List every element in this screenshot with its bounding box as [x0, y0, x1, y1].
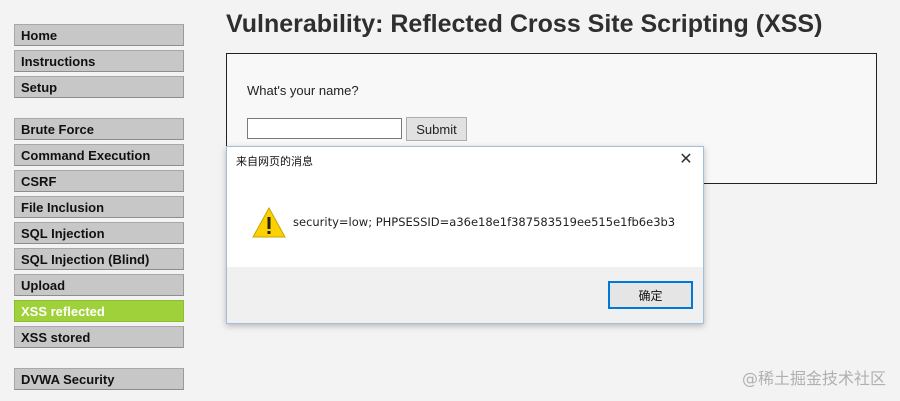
page: Home Instructions Setup Brute Force Comm… [0, 0, 900, 401]
name-input[interactable] [247, 118, 402, 139]
sidebar-item-dvwa-security[interactable]: DVWA Security [14, 368, 184, 390]
sidebar-item-sql-injection[interactable]: SQL Injection [14, 222, 184, 244]
nav-group-vulnerabilities: Brute Force Command Execution CSRF File … [14, 118, 185, 348]
dialog-message: security=low; PHPSESSID=a36e18e1f3875835… [293, 215, 676, 229]
sidebar-item-brute-force[interactable]: Brute Force [14, 118, 184, 140]
sidebar-item-setup[interactable]: Setup [14, 76, 184, 98]
sidebar-item-upload[interactable]: Upload [14, 274, 184, 296]
sidebar-item-xss-reflected[interactable]: XSS reflected [14, 300, 184, 322]
sidebar-item-command-execution[interactable]: Command Execution [14, 144, 184, 166]
page-title: Vulnerability: Reflected Cross Site Scri… [226, 10, 823, 38]
warning-icon [252, 206, 286, 238]
sidebar-item-csrf[interactable]: CSRF [14, 170, 184, 192]
name-prompt-label: What's your name? [247, 83, 359, 98]
alert-dialog: 来自网页的消息 ✕ security=low; PHPSESSID=a36e18… [226, 146, 704, 324]
submit-button[interactable]: Submit [406, 117, 467, 141]
sidebar-item-home[interactable]: Home [14, 24, 184, 46]
ok-button[interactable]: 确定 [608, 281, 693, 309]
close-icon[interactable]: ✕ [678, 151, 694, 167]
sidebar-item-file-inclusion[interactable]: File Inclusion [14, 196, 184, 218]
nav-group-security: DVWA Security [14, 368, 185, 390]
nav-group-general: Home Instructions Setup [14, 24, 185, 98]
watermark: @稀土掘金技术社区 [741, 369, 886, 388]
dialog-title: 来自网页的消息 [236, 155, 313, 168]
sidebar-item-instructions[interactable]: Instructions [14, 50, 184, 72]
sidebar-item-xss-stored[interactable]: XSS stored [14, 326, 184, 348]
sidebar-item-sql-injection-blind[interactable]: SQL Injection (Blind) [14, 248, 184, 270]
dialog-footer: 确定 [227, 267, 703, 323]
sidebar-nav: Home Instructions Setup Brute Force Comm… [14, 24, 185, 401]
